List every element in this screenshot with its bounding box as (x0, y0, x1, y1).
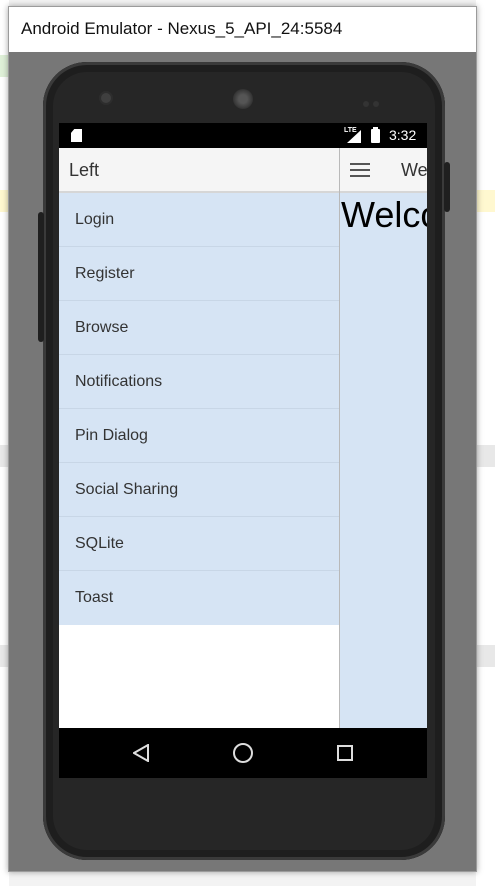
earpiece-speaker (233, 89, 253, 109)
detail-toolbar-title: We (401, 160, 427, 180)
drawer-menu: Login Register Browse Notifications Pin … (59, 193, 339, 625)
recents-icon[interactable] (337, 745, 353, 761)
back-icon[interactable] (133, 744, 149, 762)
ide-stripe (476, 645, 495, 667)
app-content: Left Login Register Browse Notifications… (59, 148, 427, 728)
home-icon[interactable] (233, 743, 253, 763)
network-type: LTE (344, 127, 357, 134)
device-screen: LTE 3:32 Left Login Register Browse Noti… (59, 123, 427, 778)
drawer-header: Left (59, 148, 339, 193)
system-navigation-bar (59, 728, 427, 778)
window-title: Android Emulator - Nexus_5_API_24:5584 (21, 19, 343, 38)
window-titlebar[interactable]: Android Emulator - Nexus_5_API_24:5584 (9, 7, 476, 52)
menu-item-sqlite[interactable]: SQLite (59, 517, 339, 571)
ide-stripe (476, 445, 495, 467)
menu-item-notifications[interactable]: Notifications (59, 355, 339, 409)
hamburger-icon[interactable] (350, 163, 370, 177)
status-bar: LTE 3:32 (59, 123, 427, 148)
menu-item-browse[interactable]: Browse (59, 301, 339, 355)
detail-toolbar: We (340, 148, 427, 193)
ide-background-right (476, 0, 495, 886)
battery-icon (371, 127, 380, 143)
proximity-sensors (363, 94, 387, 107)
detail-heading: Welco (341, 194, 427, 235)
sd-card-icon (71, 129, 82, 142)
menu-item-login[interactable]: Login (59, 193, 339, 247)
status-time: 3:32 (389, 127, 417, 143)
emulator-window: Android Emulator - Nexus_5_API_24:5584 L… (8, 6, 477, 872)
drawer-title: Left (69, 160, 100, 180)
menu-item-social-sharing[interactable]: Social Sharing (59, 463, 339, 517)
menu-item-register[interactable]: Register (59, 247, 339, 301)
front-camera-icon (101, 93, 111, 103)
ide-stripe (476, 190, 495, 212)
menu-item-toast[interactable]: Toast (59, 571, 339, 625)
power-button[interactable] (444, 162, 450, 212)
side-button-left (38, 212, 44, 342)
detail-page[interactable]: We Welco (339, 148, 427, 728)
navigation-drawer: Left Login Register Browse Notifications… (59, 148, 339, 728)
menu-item-pin-dialog[interactable]: Pin Dialog (59, 409, 339, 463)
